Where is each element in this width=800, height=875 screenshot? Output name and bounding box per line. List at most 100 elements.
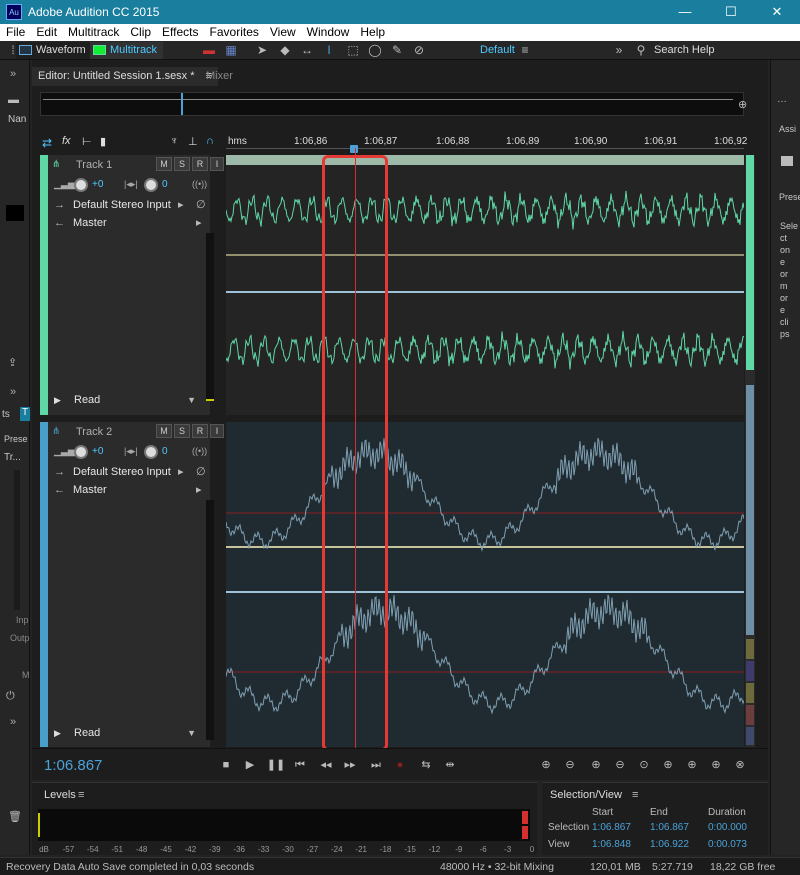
loop-button[interactable]: ⇆ [416,757,436,773]
menu-file[interactable]: File [0,24,30,39]
latch-icon[interactable]: ⊥ [188,135,198,148]
expand-left-icon[interactable]: » [10,68,16,80]
menu-window[interactable]: Window [301,24,355,39]
track-1-solo-button[interactable]: S [174,157,190,171]
play-button[interactable]: ▶ [240,757,260,773]
slip-tool-icon[interactable]: ↔ [298,43,316,58]
zoom-out-time-icon[interactable]: ⊖ [610,757,630,773]
import-icon[interactable]: ⇪ [8,356,17,369]
menu-help[interactable]: Help [354,24,390,39]
scroll-thumb-track-1[interactable] [746,155,754,370]
tab-editor[interactable]: Editor: Untitled Session 1.sesx * ≡ [32,67,219,86]
panel-tab-b[interactable]: T [20,407,30,421]
zoom-selection-icon[interactable]: ⊕ [706,757,726,773]
track-2-volume-knob[interactable] [74,445,88,459]
timecode-display[interactable]: 1:06.867 [44,757,102,774]
fast-forward-button[interactable]: ▸▸ [340,757,360,773]
menu-view[interactable]: View [264,24,301,39]
overview-playhead[interactable] [181,93,183,115]
phase-icon[interactable]: ∅ [196,464,206,480]
track-1-output-select[interactable]: ← Master ▸ [54,215,210,231]
time-ruler[interactable]: hms 1:06,86 1:06,87 1:06,88 1:06,89 1:06… [226,134,747,155]
panel-menu-icon[interactable]: ≡ [632,789,638,801]
scroll-thumb-track-2[interactable] [746,385,754,635]
track-1-pan-knob[interactable] [144,178,158,192]
track-2-automation-mode[interactable]: Read ▼ [74,725,200,741]
files-icon[interactable]: ▬ [8,94,19,106]
view-duration-field[interactable]: 0:00.073 [708,839,747,850]
track-1-volume-knob[interactable] [74,178,88,192]
eq-icon[interactable]: ▮ [100,135,106,148]
more-icon[interactable]: … [777,94,787,105]
move-to-end-button[interactable]: ⏭ [366,757,386,773]
power-icon[interactable]: ⏻ [6,690,15,703]
track-2-name[interactable]: Track 2 [76,426,112,438]
selection-end-field[interactable]: 1:06.867 [650,822,689,833]
selection-start-field[interactable]: 1:06.867 [592,822,631,833]
track-2-record-button[interactable]: R [192,424,208,438]
menu-edit[interactable]: Edit [30,24,62,39]
zoom-in-time-icon[interactable]: ⊕ [586,757,606,773]
pause-button[interactable]: ❚❚ [266,757,286,773]
zoom-overview-icon[interactable]: ⊕ [738,98,747,111]
marquee-tool-icon[interactable]: ⬚ [344,43,362,58]
track-2-input-monitor-button[interactable]: I [210,424,224,438]
razor-tool-icon[interactable]: ◆ [276,43,294,58]
left-scrollbar[interactable] [14,470,20,610]
vertical-scrollbar[interactable] [745,155,755,747]
track-1-clip[interactable] [226,155,744,415]
track-1-mute-button[interactable]: M [156,157,172,171]
brush-tool-icon[interactable]: ✎ [388,43,406,58]
track-2-pan-value[interactable]: 0 [162,446,168,457]
track-1-input-monitor-button[interactable]: I [210,157,224,171]
clip-indicator-left[interactable] [522,811,528,824]
lasso-tool-icon[interactable]: ◯ [366,43,384,58]
track-2-mute-button[interactable]: M [156,424,172,438]
track-1-input-select[interactable]: → Default Stereo Input ▸ ∅ [54,197,210,213]
sends-icon[interactable]: ⊢ [82,135,92,148]
view-end-field[interactable]: 1:06.922 [650,839,689,850]
track-2-clip[interactable] [226,422,744,747]
panel-menu-icon[interactable]: ≡ [78,789,84,801]
skip-selection-button[interactable]: ⇹ [440,757,460,773]
move-to-start-button[interactable]: ⏮ [290,757,310,773]
workspace-menu-icon[interactable]: ≡ [516,43,534,58]
minimize-button[interactable]: — [662,0,708,24]
spectral-frequency-icon[interactable]: ▬ [200,43,218,58]
track-2-input-select[interactable]: → Default Stereo Input ▸ ∅ [54,464,210,480]
clip-indicator-right[interactable] [522,826,528,839]
record-button[interactable]: ● [390,757,410,773]
track-io-icon[interactable]: ⇄ [42,136,52,150]
zoom-in-left-icon[interactable]: ⊕ [658,757,678,773]
zoom-out-amplitude-icon[interactable]: ⊖ [560,757,580,773]
track-1-automation-mode[interactable]: Read ▼ [74,392,200,408]
playhead-handle[interactable] [350,145,358,153]
rewind-button[interactable]: ◂◂ [316,757,336,773]
expand-left-icon-3[interactable]: » [10,716,16,728]
selection-duration-field[interactable]: 0:00.000 [708,822,747,833]
track-2-solo-button[interactable]: S [174,424,190,438]
tab-mixer[interactable]: Mixer [200,67,239,86]
overview-bar[interactable] [40,92,744,116]
expand-left-icon-2[interactable]: » [10,386,16,398]
menu-favorites[interactable]: Favorites [204,24,264,39]
search-help-field[interactable]: Search Help [654,44,715,56]
expand-automation-icon[interactable]: ▶ [54,395,61,406]
time-selection-tool-icon[interactable]: I [320,43,338,58]
track-2-volume-value[interactable]: +0 [92,446,103,457]
spectral-pitch-icon[interactable]: ▦ [222,43,240,58]
track-1-name[interactable]: Track 1 [76,159,112,171]
menu-clip[interactable]: Clip [124,24,156,39]
track-2-pan-knob[interactable] [144,445,158,459]
track-1-volume-value[interactable]: +0 [92,179,103,190]
move-tool-icon[interactable]: ➤ [253,43,271,58]
maximize-button[interactable]: ☐ [708,0,754,24]
zoom-out-full-icon[interactable]: ⊗ [730,757,750,773]
zoom-in-right-icon[interactable]: ⊕ [682,757,702,773]
menu-multitrack[interactable]: Multitrack [62,24,124,39]
menu-effects[interactable]: Effects [156,24,203,39]
view-start-field[interactable]: 1:06.848 [592,839,631,850]
workspace-selector[interactable]: Default [480,44,515,56]
track-1-pan-value[interactable]: 0 [162,179,168,190]
expand-automation-icon[interactable]: ▶ [54,728,61,739]
